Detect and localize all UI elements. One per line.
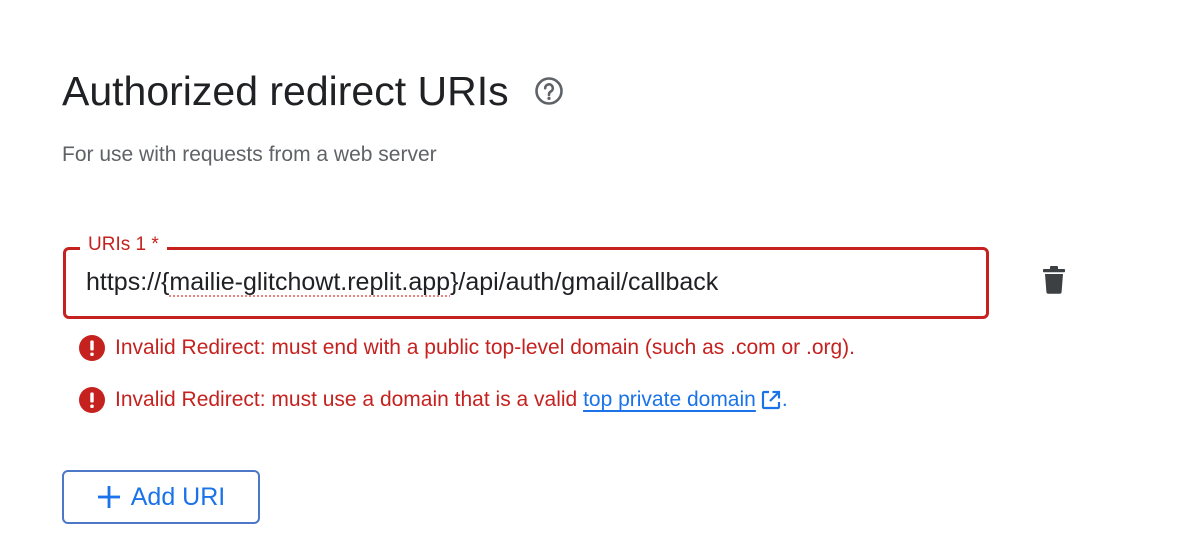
error-icon bbox=[78, 386, 106, 414]
top-private-domain-link[interactable]: top private domain bbox=[583, 386, 756, 414]
uri-input[interactable]: https://{mailie-glitchowt.replit.app}/ap… bbox=[86, 264, 966, 300]
uri-field-label: URIs 1 * bbox=[80, 233, 167, 257]
error-icon bbox=[78, 334, 106, 362]
uri-value-misspelled: mailie-glitchowt.replit.app bbox=[169, 268, 451, 296]
section-header: Authorized redirect URIs bbox=[62, 66, 565, 116]
error-message-tld: Invalid Redirect: must end with a public… bbox=[78, 334, 855, 362]
error-text-private-domain: Invalid Redirect: must use a domain that… bbox=[115, 388, 584, 411]
authorized-redirect-uris-section: Authorized redirect URIs For use with re… bbox=[0, 0, 1192, 554]
add-uri-label: Add URI bbox=[130, 483, 226, 511]
add-uri-button[interactable]: Add URI bbox=[62, 470, 260, 524]
error-text-tld: Invalid Redirect: must end with a public… bbox=[115, 336, 855, 359]
section-subtitle: For use with requests from a web server bbox=[62, 143, 437, 166]
uri-field[interactable]: URIs 1 * https://{mailie-glitchowt.repli… bbox=[63, 233, 989, 319]
uri-value-prefix: https://{ bbox=[86, 268, 170, 296]
delete-uri-button[interactable] bbox=[1036, 264, 1072, 300]
error-text-period: . bbox=[781, 388, 788, 411]
plus-icon bbox=[97, 485, 121, 509]
uri-value-suffix: }/api/auth/gmail/callback bbox=[450, 268, 719, 296]
help-circle-icon[interactable] bbox=[533, 75, 565, 107]
open-in-new-icon[interactable] bbox=[760, 389, 782, 411]
error-message-private-domain: Invalid Redirect: must use a domain that… bbox=[78, 386, 788, 414]
section-title: Authorized redirect URIs bbox=[62, 68, 509, 114]
trash-icon bbox=[1041, 265, 1067, 300]
